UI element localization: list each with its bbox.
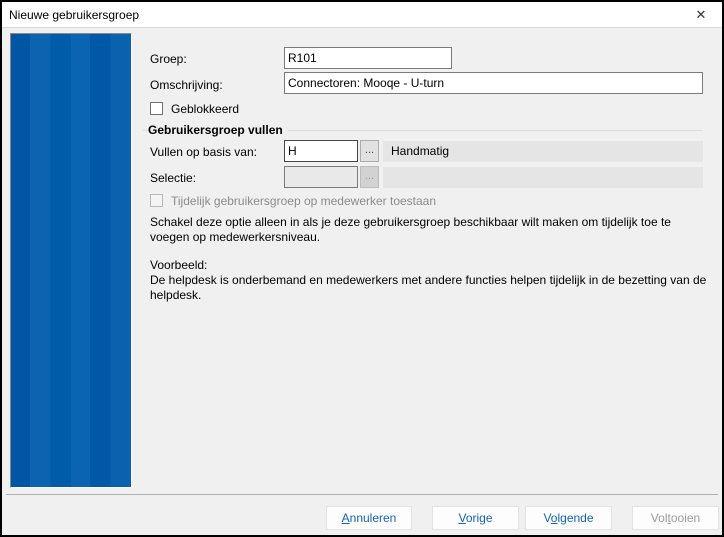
- selectie-label: Selectie:: [150, 171, 196, 185]
- vorige-button[interactable]: Vorige: [432, 506, 519, 530]
- voltooien-label-post: ooien: [671, 511, 700, 525]
- dialog-window: Nieuwe gebruikersgroep ✕ Groep: R101 Oms…: [0, 0, 724, 537]
- annuleren-label-post: nnuleren: [350, 511, 397, 525]
- omschrijving-label: Omschrijving:: [150, 78, 223, 92]
- geblokkeerd-checkbox[interactable]: [150, 102, 163, 115]
- annuleren-label-accel: A: [342, 511, 350, 525]
- vullen-label: Vullen op basis van:: [150, 145, 257, 159]
- footer-divider: [6, 494, 718, 495]
- groep-label: Groep:: [150, 52, 187, 66]
- vullen-input[interactable]: H: [284, 140, 358, 162]
- group-title: Gebruikersgroep vullen: [148, 123, 288, 137]
- selectie-input: [284, 166, 358, 188]
- vullen-display: Handmatig: [383, 141, 703, 162]
- volgende-button[interactable]: Volgende: [525, 506, 612, 530]
- titlebar: Nieuwe gebruikersgroep ✕: [2, 2, 722, 28]
- help-text: Schakel deze optie alleen in als je deze…: [150, 215, 710, 245]
- groep-input[interactable]: R101: [284, 47, 452, 69]
- example-text: De helpdesk is onderbemand en medewerker…: [150, 273, 710, 303]
- close-icon[interactable]: ✕: [692, 6, 710, 24]
- vorige-label-accel: V: [458, 511, 465, 525]
- window-title: Nieuwe gebruikersgroep: [9, 8, 139, 22]
- annuleren-button[interactable]: Annuleren: [326, 506, 412, 530]
- wizard-banner: [10, 33, 132, 488]
- selectie-display: [383, 167, 703, 188]
- selectie-browse-button: ...: [360, 166, 379, 188]
- example-title: Voorbeeld:: [150, 258, 710, 273]
- omschrijving-input[interactable]: Connectoren: Mooqe - U-turn: [284, 72, 703, 94]
- vullen-browse-button[interactable]: ...: [360, 140, 379, 162]
- tijdelijk-label: Tijdelijk gebruikersgroep op medewerker …: [171, 194, 436, 208]
- volgende-label-pre: V: [543, 511, 550, 525]
- tijdelijk-checkbox: [150, 194, 163, 207]
- geblokkeerd-label: Geblokkeerd: [171, 102, 239, 116]
- voltooien-button: Voltooien: [632, 506, 719, 530]
- volgende-label-post: lgende: [557, 511, 593, 525]
- voltooien-label-pre: Vol: [651, 511, 668, 525]
- vorige-label-post: orige: [466, 511, 493, 525]
